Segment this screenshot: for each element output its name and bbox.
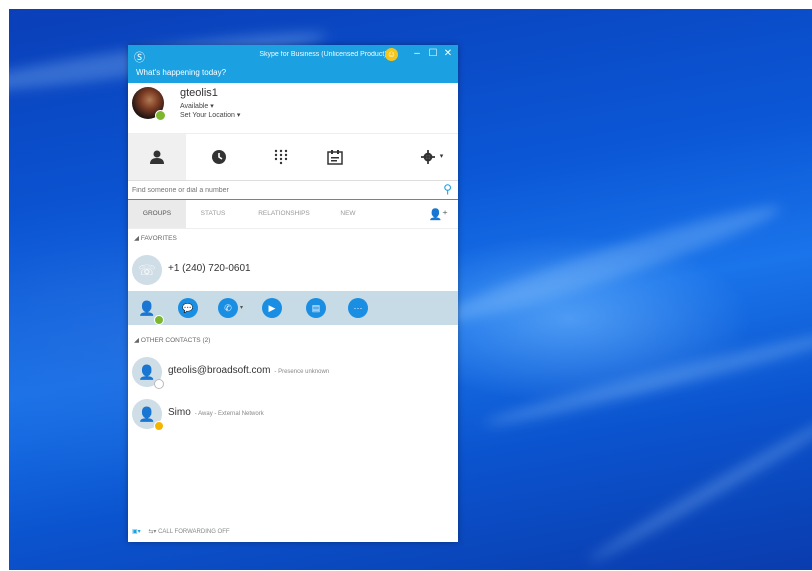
contact-name: +1 (240) 720-0601: [168, 263, 251, 274]
skype-window: Ⓢ Skype for Business (Unlicensed Product…: [128, 45, 458, 542]
search-input[interactable]: [130, 183, 434, 198]
calendar-icon: [327, 150, 343, 165]
gear-icon: [420, 150, 435, 164]
subtab-groups[interactable]: GROUPS: [128, 200, 186, 228]
profile-name: gteolis1: [180, 87, 218, 99]
tab-contacts[interactable]: [128, 134, 186, 180]
other-contacts-header[interactable]: ◢ OTHER CONTACTS (2): [128, 331, 458, 351]
contact-subtabs: GROUPS STATUS RELATIONSHIPS NEW 👤⁺: [128, 200, 458, 229]
close-button[interactable]: ✕: [441, 48, 455, 59]
tab-conversations[interactable]: [190, 134, 248, 180]
light-beam: [482, 323, 812, 433]
contact-action-bar: 👤 💬 ✆ ▾ ▶ ▤ ···: [128, 291, 458, 325]
presence-available-icon: [155, 110, 166, 121]
contact-name-line: gteolis@broadsoft.com - Presence unknown: [168, 365, 329, 376]
favorites-header[interactable]: ◢ FAVORITES: [128, 229, 458, 249]
status-bar: ▣▾ ⇆▾ CALL FORWARDING OFF: [128, 522, 458, 542]
contact-presence-note: - Away - External Network: [194, 411, 264, 417]
favorites-header-label: FAVORITES: [140, 235, 177, 242]
contact-name: Simo: [168, 407, 191, 418]
chat-icon: 💬: [182, 303, 194, 313]
call-forwarding-label[interactable]: CALL FORWARDING OFF: [158, 529, 229, 535]
phone-avatar-icon: ☏: [132, 255, 162, 285]
location-dropdown[interactable]: Set Your Location ▾: [180, 111, 240, 119]
contact-card-icon: ▤: [311, 303, 321, 313]
contact-list-item[interactable]: 👤 gteolis@broadsoft.com - Presence unknow…: [128, 351, 458, 393]
more-options-button[interactable]: ···: [348, 298, 368, 318]
im-button[interactable]: 💬: [178, 298, 198, 318]
light-beam: [585, 404, 812, 568]
ellipsis-icon: ···: [353, 303, 363, 313]
tab-meetings[interactable]: [306, 134, 364, 180]
mood-message[interactable]: What's happening today?: [128, 67, 458, 83]
dialpad-icon: [274, 149, 288, 165]
subtab-new[interactable]: NEW: [328, 200, 368, 228]
call-options-chevron-icon[interactable]: ▾: [240, 304, 243, 311]
contact-name: gteolis@broadsoft.com: [168, 365, 271, 376]
presence-unknown-icon: [154, 379, 164, 389]
contact-presence-note: - Presence unknown: [274, 369, 330, 375]
tab-phone[interactable]: [252, 134, 310, 180]
call-button[interactable]: ✆: [218, 298, 238, 318]
search-bar: ⚲: [128, 181, 458, 200]
main-tabs: ▾: [128, 134, 458, 181]
emoticon-icon[interactable]: ☺: [385, 48, 398, 61]
presence-away-icon: [154, 421, 164, 431]
clock-icon: [212, 150, 226, 164]
title-bar[interactable]: Ⓢ Skype for Business (Unlicensed Product…: [128, 45, 458, 67]
contact-card-button[interactable]: ▤: [306, 298, 326, 318]
favorite-contact-item[interactable]: ☏ +1 (240) 720-0601: [128, 249, 458, 291]
presence-available-icon: [154, 315, 164, 325]
minimize-button[interactable]: –: [410, 48, 424, 59]
video-button[interactable]: ▶: [262, 298, 282, 318]
other-contacts-header-label: OTHER CONTACTS (2): [140, 337, 211, 344]
subtab-status[interactable]: STATUS: [188, 200, 238, 228]
contact-list-item[interactable]: 👤 Simo - Away - External Network: [128, 393, 458, 435]
add-contact-icon[interactable]: 👤⁺: [428, 208, 448, 221]
light-beam: [433, 194, 785, 334]
device-selector-icon[interactable]: ▣▾: [132, 529, 141, 535]
person-icon: [150, 150, 164, 164]
profile-header: gteolis1 Available ▾ Set Your Location ▾: [128, 83, 458, 134]
maximize-button[interactable]: ☐: [426, 48, 440, 59]
status-dropdown[interactable]: Available ▾: [180, 102, 214, 110]
chevron-down-icon: ▾: [439, 153, 444, 160]
call-forwarding-icon[interactable]: ⇆▾: [148, 529, 156, 535]
window-title: Skype for Business (Unlicensed Product): [259, 51, 387, 58]
subtab-relationships[interactable]: RELATIONSHIPS: [244, 200, 324, 228]
phone-icon: ✆: [224, 303, 232, 313]
video-camera-icon: ▶: [268, 303, 276, 313]
location-label: Set Your Location: [180, 112, 235, 119]
search-icon[interactable]: ⚲: [443, 182, 452, 196]
contact-name-line: Simo - Away - External Network: [168, 407, 264, 418]
options-menu-button[interactable]: ▾: [412, 134, 452, 180]
status-label: Available: [180, 103, 209, 110]
